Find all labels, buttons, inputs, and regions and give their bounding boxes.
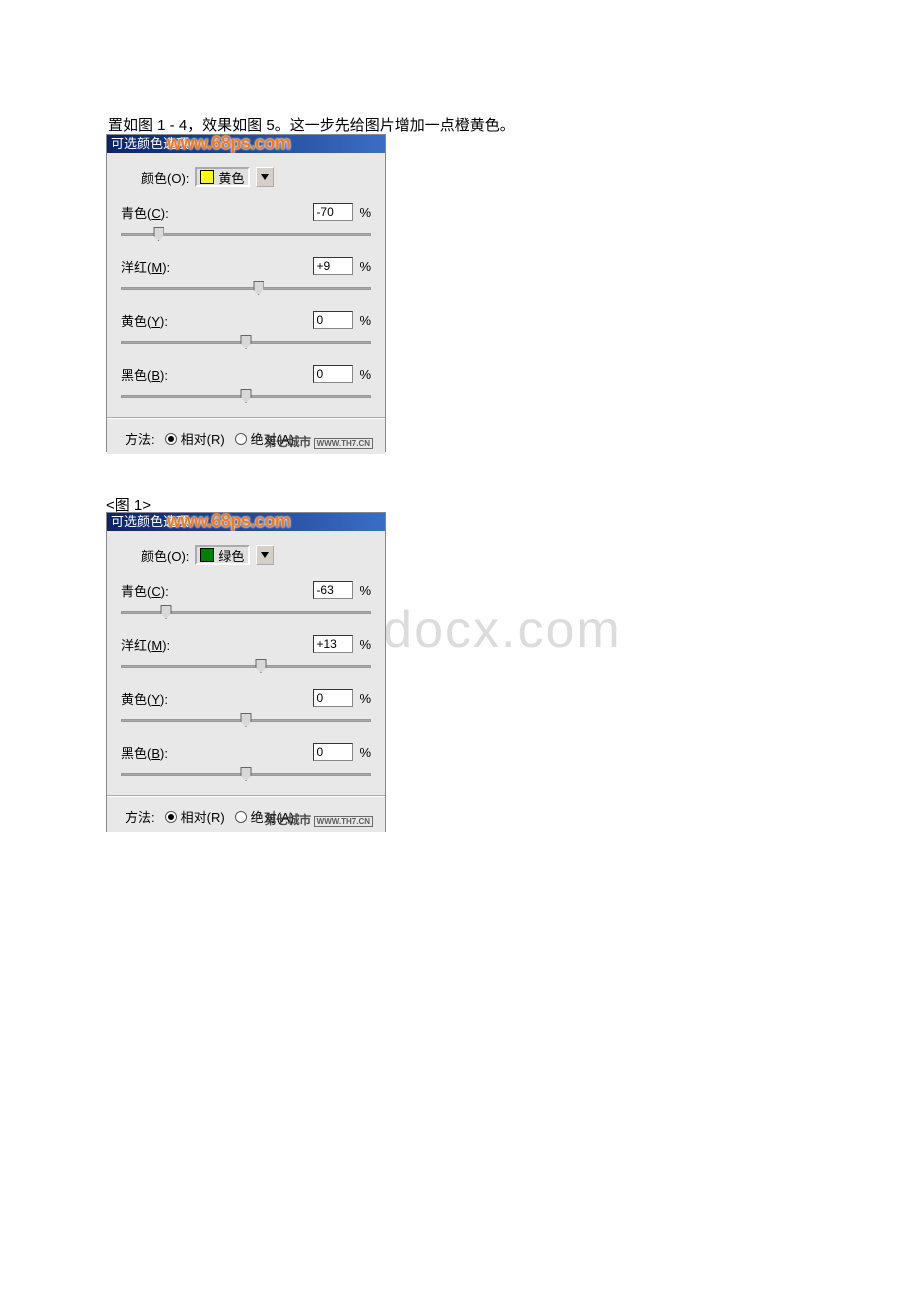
method-label: 方法: (125, 807, 155, 826)
percent-label: % (359, 313, 371, 328)
slider-magenta: 洋红(M): % (121, 633, 371, 675)
slider-label: 黑色(B): (121, 743, 168, 762)
slider-thumb-icon[interactable] (153, 227, 164, 241)
percent-label: % (359, 367, 371, 382)
slider-cyan: 青色(C): % (121, 579, 371, 621)
slider-label: 黑色(B): (121, 365, 168, 384)
caption-text: 置如图 1 - 4，效果如图 5。这一步先给图片增加一点橙黄色。 (108, 114, 515, 135)
dropdown-button[interactable] (256, 167, 274, 187)
separator (107, 795, 385, 797)
percent-label: % (359, 205, 371, 220)
color-swatch-icon (200, 548, 214, 562)
radio-icon (235, 811, 247, 823)
slider-black: 黑色(B): % (121, 741, 371, 783)
black-slider[interactable] (121, 767, 371, 783)
colors-dropdown[interactable]: 黄色 (195, 167, 250, 187)
magenta-slider[interactable] (121, 659, 371, 675)
selective-color-panel-1: 可选颜色选项 www.68ps.com 颜色(O): 黄色 青色(C): % (106, 134, 386, 452)
percent-label: % (359, 259, 371, 274)
slider-magenta: 洋红(M): % (121, 255, 371, 297)
panel-titlebar: 可选颜色选项 www.68ps.com (107, 513, 385, 531)
slider-label: 青色(C): (121, 581, 169, 600)
slider-cyan: 青色(C): % (121, 201, 371, 243)
percent-label: % (359, 691, 371, 706)
slider-thumb-icon[interactable] (241, 713, 252, 727)
separator (107, 417, 385, 419)
colors-label: 颜色(O): (141, 168, 189, 187)
magenta-slider[interactable] (121, 281, 371, 297)
color-swatch-icon (200, 170, 214, 184)
percent-label: % (359, 745, 371, 760)
slider-thumb-icon[interactable] (161, 605, 172, 619)
slider-yellow: 黄色(Y): % (121, 309, 371, 351)
chevron-down-icon (261, 552, 269, 558)
slider-label: 黄色(Y): (121, 311, 168, 330)
panel-title: 可选颜色选项 (111, 136, 189, 151)
selective-color-panel-2: 可选颜色选项 www.68ps.com 颜色(O): 绿色 青色(C): % (106, 512, 386, 832)
cyan-value-input[interactable] (313, 203, 353, 221)
radio-relative[interactable]: 相对(R) (165, 429, 225, 448)
yellow-slider[interactable] (121, 335, 371, 351)
slider-label: 黄色(Y): (121, 689, 168, 708)
radio-relative-label: 相对(R) (181, 807, 225, 826)
slider-label: 洋红(M): (121, 635, 170, 654)
magenta-value-input[interactable] (313, 257, 353, 275)
colors-dropdown[interactable]: 绿色 (195, 545, 250, 565)
black-value-input[interactable] (313, 743, 353, 761)
slider-black: 黑色(B): % (121, 363, 371, 405)
cyan-slider[interactable] (121, 227, 371, 243)
radio-icon (165, 433, 177, 445)
watermark-th7: 第七城市WWW.TH7.CN (265, 433, 373, 450)
slider-thumb-icon[interactable] (241, 767, 252, 781)
cyan-slider[interactable] (121, 605, 371, 621)
method-label: 方法: (125, 429, 155, 448)
radio-relative-label: 相对(R) (181, 429, 225, 448)
yellow-value-input[interactable] (313, 311, 353, 329)
radio-icon (165, 811, 177, 823)
black-value-input[interactable] (313, 365, 353, 383)
radio-relative[interactable]: 相对(R) (165, 807, 225, 826)
percent-label: % (359, 583, 371, 598)
slider-thumb-icon[interactable] (241, 335, 252, 349)
chevron-down-icon (261, 174, 269, 180)
slider-yellow: 黄色(Y): % (121, 687, 371, 729)
slider-label: 青色(C): (121, 203, 169, 222)
method-row: 方法: 相对(R) 绝对(A) 第七城市WWW.TH7.CN (121, 427, 371, 448)
slider-thumb-icon[interactable] (256, 659, 267, 673)
magenta-value-input[interactable] (313, 635, 353, 653)
panel-title: 可选颜色选项 (111, 514, 189, 529)
method-row: 方法: 相对(R) 绝对(A) 第七城市WWW.TH7.CN (121, 805, 371, 826)
dropdown-button[interactable] (256, 545, 274, 565)
slider-thumb-icon[interactable] (253, 281, 264, 295)
yellow-value-input[interactable] (313, 689, 353, 707)
slider-label: 洋红(M): (121, 257, 170, 276)
selected-color-text: 绿色 (218, 546, 248, 565)
radio-icon (235, 433, 247, 445)
selected-color-text: 黄色 (218, 168, 248, 187)
watermark-th7: 第七城市WWW.TH7.CN (265, 811, 373, 828)
cyan-value-input[interactable] (313, 581, 353, 599)
slider-thumb-icon[interactable] (241, 389, 252, 403)
yellow-slider[interactable] (121, 713, 371, 729)
panel-titlebar: 可选颜色选项 www.68ps.com (107, 135, 385, 153)
colors-label: 颜色(O): (141, 546, 189, 565)
black-slider[interactable] (121, 389, 371, 405)
percent-label: % (359, 637, 371, 652)
